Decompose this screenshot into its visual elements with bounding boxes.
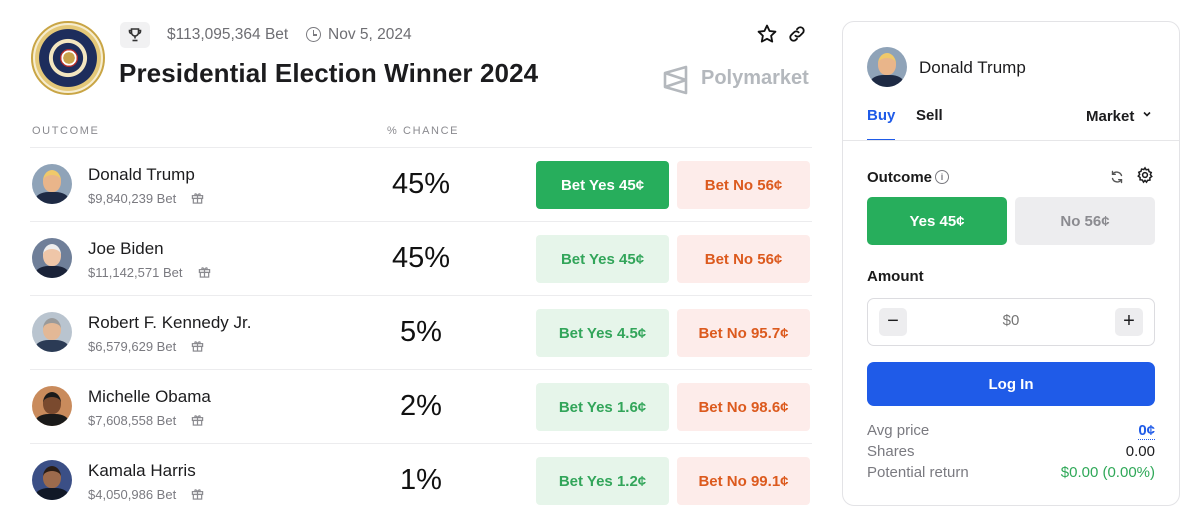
info-icon[interactable]: i	[935, 170, 949, 184]
gear-icon[interactable]	[1136, 166, 1154, 184]
table-row[interactable]: Kamala Harris $4,050,986 Bet 1% Bet Yes …	[30, 443, 812, 515]
chance-percent: 5%	[400, 316, 442, 348]
avatar	[32, 386, 72, 426]
polymarket-logo-icon	[663, 65, 688, 95]
bet-no-button[interactable]: Bet No 98.6¢	[677, 383, 810, 431]
bet-yes-button[interactable]: Bet Yes 45¢	[536, 235, 669, 283]
increment-button[interactable]: +	[1115, 308, 1143, 336]
market-end-date: Nov 5, 2024	[328, 26, 412, 43]
star-icon[interactable]	[756, 23, 778, 45]
bet-yes-button[interactable]: Bet Yes 1.6¢	[536, 383, 669, 431]
bet-no-button[interactable]: Bet No 56¢	[677, 161, 810, 209]
candidate-volume: $11,142,571 Bet	[88, 265, 183, 280]
chance-percent: 2%	[400, 390, 442, 422]
avatar	[32, 312, 72, 352]
outcomes-table: Donald Trump $9,840,239 Bet 45% Bet Yes …	[30, 147, 812, 515]
gift-icon	[191, 341, 204, 352]
divider	[843, 140, 1179, 141]
candidate-volume: $6,579,629 Bet	[88, 339, 177, 354]
candidate-name: Michelle Obama	[88, 387, 211, 406]
bet-no-button[interactable]: Bet No 99.1¢	[677, 457, 810, 505]
chevron-down-icon[interactable]	[1142, 109, 1152, 119]
gift-icon	[191, 415, 204, 426]
gift-icon	[191, 489, 204, 500]
chance-percent: 45%	[391, 168, 451, 200]
avatar	[32, 460, 72, 500]
candidate-name: Robert F. Kennedy Jr.	[88, 313, 252, 332]
bet-yes-button[interactable]: Bet Yes 1.2¢	[536, 457, 669, 505]
polymarket-brand: Polymarket	[701, 67, 809, 89]
gift-icon	[191, 193, 204, 204]
decrement-button[interactable]: −	[879, 308, 907, 336]
candidate-name: Kamala Harris	[88, 461, 196, 480]
outcome-yes-button[interactable]: Yes 45¢	[867, 197, 1007, 245]
amount-label: Amount	[867, 268, 924, 285]
amount-field: − +	[867, 298, 1155, 346]
column-header-chance: % CHANCE	[387, 125, 460, 137]
candidate-volume: $4,050,986 Bet	[88, 487, 177, 502]
shares-value: 0.00	[1125, 443, 1155, 460]
trophy-icon[interactable]	[120, 22, 150, 48]
refresh-icon[interactable]	[1109, 169, 1125, 185]
bet-yes-button[interactable]: Bet Yes 4.5¢	[536, 309, 669, 357]
avatar	[867, 47, 907, 87]
avg-price-value[interactable]: 0¢	[1138, 422, 1155, 440]
outcome-no-button[interactable]: No 56¢	[1015, 197, 1155, 245]
potential-return-label: Potential return	[867, 464, 969, 481]
bet-no-button[interactable]: Bet No 56¢	[677, 235, 810, 283]
amount-input[interactable]	[918, 312, 1104, 329]
clock-icon	[306, 27, 321, 42]
potential-return-value: $0.00 (0.00%)	[1060, 464, 1155, 481]
table-row[interactable]: Michelle Obama $7,608,558 Bet 2% Bet Yes…	[30, 369, 812, 443]
shares-label: Shares	[867, 443, 915, 460]
tab-buy[interactable]: Buy	[867, 107, 896, 141]
order-type-select[interactable]: Market	[1086, 108, 1134, 125]
candidate-name: Joe Biden	[88, 239, 164, 258]
column-header-outcome: OUTCOME	[32, 125, 100, 137]
login-button[interactable]: Log In	[867, 362, 1155, 406]
candidate-name: Donald Trump	[88, 165, 195, 184]
avatar	[32, 164, 72, 204]
tab-sell[interactable]: Sell	[916, 107, 943, 124]
chance-percent: 45%	[391, 242, 451, 274]
trade-panel: Donald Trump Buy Sell Market Outcome i Y…	[842, 21, 1180, 506]
candidate-volume: $9,840,239 Bet	[88, 191, 177, 206]
bet-no-button[interactable]: Bet No 95.7¢	[677, 309, 810, 357]
page-title: Presidential Election Winner 2024	[119, 58, 539, 88]
table-row[interactable]: Robert F. Kennedy Jr. $6,579,629 Bet 5% …	[30, 295, 812, 369]
gift-icon	[198, 267, 211, 278]
eagle-emblem	[60, 49, 78, 67]
market-volume: $113,095,364 Bet	[167, 26, 289, 43]
chance-percent: 1%	[400, 464, 442, 496]
link-icon[interactable]	[787, 24, 807, 44]
table-row[interactable]: Joe Biden $11,142,571 Bet 45% Bet Yes 45…	[30, 221, 812, 295]
presidential-seal-logo	[31, 21, 105, 95]
outcome-label: Outcome	[867, 169, 933, 186]
candidate-volume: $7,608,558 Bet	[88, 413, 177, 428]
selected-candidate-name: Donald Trump	[919, 58, 1026, 77]
avg-price-label: Avg price	[867, 422, 930, 439]
table-row[interactable]: Donald Trump $9,840,239 Bet 45% Bet Yes …	[30, 147, 812, 221]
bet-yes-button[interactable]: Bet Yes 45¢	[536, 161, 669, 209]
avatar	[32, 238, 72, 278]
